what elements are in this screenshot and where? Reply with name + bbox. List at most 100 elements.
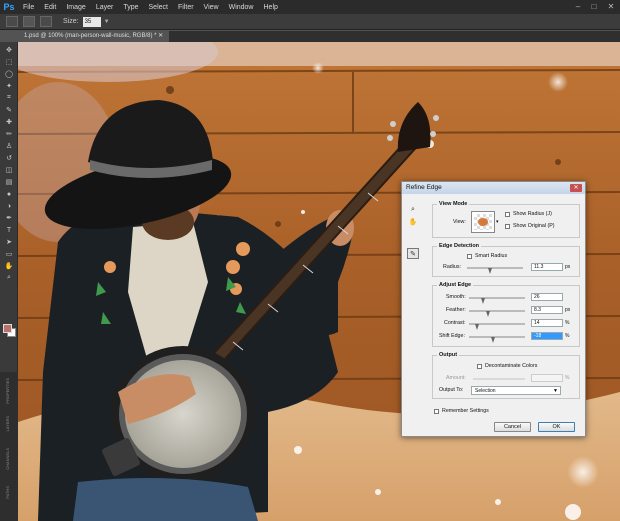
amount-input[interactable] <box>531 374 563 382</box>
contrast-label: Contrast: <box>444 320 466 326</box>
adjust-edge-group: Adjust Edge Smooth: 26 Feather: 8.3 px C… <box>432 282 580 347</box>
refine-radius-tool-icon[interactable]: ✎ <box>407 248 419 259</box>
clone-stamp-icon[interactable]: ♙ <box>0 140 18 152</box>
blur-icon[interactable]: ● <box>0 188 18 200</box>
feather-input[interactable]: 8.3 <box>531 306 563 314</box>
menu-filter[interactable]: Filter <box>173 4 199 11</box>
amount-unit: % <box>565 375 570 381</box>
smooth-slider-thumb[interactable] <box>481 298 485 304</box>
minimize-button[interactable]: – <box>570 0 586 14</box>
zoom-icon[interactable]: ⌕ <box>0 272 18 284</box>
eraser-icon[interactable]: ◫ <box>0 164 18 176</box>
lasso-icon[interactable]: ◯ <box>0 68 18 80</box>
menu-view[interactable]: View <box>199 4 224 11</box>
chevron-down-icon[interactable]: ▾ <box>496 219 499 225</box>
panel-paths[interactable]: PATHS <box>5 486 13 499</box>
radius-input[interactable]: 11.3 <box>531 263 563 271</box>
hand-icon[interactable]: ✋ <box>407 216 419 227</box>
history-brush-icon[interactable]: ↺ <box>0 152 18 164</box>
hand-icon[interactable]: ✋ <box>0 260 18 272</box>
smooth-input[interactable]: 26 <box>531 293 563 301</box>
marquee-icon[interactable]: ⬚ <box>0 56 18 68</box>
contrast-input[interactable]: 14 <box>531 319 563 327</box>
view-mode-group: View Mode View: ▾ Show Radius (J) Show O… <box>432 201 580 238</box>
brush-subtract-icon[interactable] <box>40 16 52 27</box>
pen-icon[interactable]: ✒ <box>0 212 18 224</box>
menu-select[interactable]: Select <box>144 4 173 11</box>
move-icon[interactable]: ✥ <box>0 44 18 56</box>
close-window-button[interactable]: ✕ <box>603 0 619 14</box>
show-radius-checkbox[interactable] <box>505 212 510 217</box>
panel-properties[interactable]: PROPERTIES <box>5 378 13 404</box>
show-original-label: Show Original (P) <box>513 223 555 229</box>
view-label: View: <box>453 219 466 225</box>
remember-settings-checkbox[interactable] <box>434 409 439 414</box>
decontaminate-checkbox[interactable] <box>477 364 482 369</box>
edge-detection-group: Edge Detection Smart Radius Radius: 11.3… <box>432 243 580 277</box>
type-icon[interactable]: T <box>0 224 18 236</box>
path-select-icon[interactable]: ➤ <box>0 236 18 248</box>
shape-icon[interactable]: ▭ <box>0 248 18 260</box>
eyedropper-icon[interactable]: ✎ <box>0 104 18 116</box>
menu-help[interactable]: Help <box>259 4 283 11</box>
amount-label: Amount: <box>446 375 466 381</box>
dodge-icon[interactable]: ◑ <box>0 200 18 212</box>
tool-preset-icon[interactable] <box>6 16 18 27</box>
shift-edge-slider[interactable] <box>469 336 525 338</box>
radius-slider[interactable] <box>467 267 523 269</box>
menu-type[interactable]: Type <box>118 4 143 11</box>
edge-detection-title: Edge Detection <box>437 243 482 249</box>
amount-slider[interactable] <box>473 378 525 380</box>
brush-icon[interactable]: ✏ <box>0 128 18 140</box>
dialog-title: Refine Edge <box>406 184 442 191</box>
chevron-down-icon: ▼ <box>553 388 558 394</box>
crop-icon[interactable]: ⌗ <box>0 92 18 104</box>
view-mode-thumbnail[interactable] <box>471 211 495 233</box>
toolbar: ✥ ⬚ ◯ ✦ ⌗ ✎ ✚ ✏ ♙ ↺ ◫ ▤ ● ◑ ✒ T ➤ ▭ ✋ ⌕ <box>0 42 18 372</box>
menu-window[interactable]: Window <box>224 4 259 11</box>
cancel-button[interactable]: Cancel <box>494 422 531 432</box>
zoom-icon[interactable]: ⌕ <box>407 204 419 215</box>
smooth-slider[interactable] <box>469 297 525 299</box>
radius-label: Radius: <box>443 264 461 270</box>
maximize-button[interactable]: □ <box>586 0 602 14</box>
document-tab[interactable]: 1.psd @ 100% (man-person-wall-music, RGB… <box>18 31 170 42</box>
healing-brush-icon[interactable]: ✚ <box>0 116 18 128</box>
options-bar: Size: 35 ▼ <box>0 14 620 30</box>
show-radius-label: Show Radius (J) <box>513 211 552 217</box>
show-original-checkbox[interactable] <box>505 224 510 229</box>
adjust-edge-title: Adjust Edge <box>437 282 474 288</box>
feather-slider-thumb[interactable] <box>486 311 490 317</box>
gradient-icon[interactable]: ▤ <box>0 176 18 188</box>
output-title: Output <box>437 352 460 358</box>
brush-mode-icon[interactable] <box>23 16 35 27</box>
refine-edge-dialog: Refine Edge ✕ ⌕ ✋ ✎ View Mode View: ▾ Sh… <box>401 181 586 437</box>
feather-unit: px <box>565 307 571 313</box>
menu-file[interactable]: File <box>18 4 39 11</box>
smart-radius-checkbox[interactable] <box>467 254 472 259</box>
foreground-color-swatch[interactable] <box>3 324 12 333</box>
ok-button[interactable]: OK <box>538 422 575 432</box>
smart-radius-label: Smart Radius <box>475 253 508 259</box>
decontaminate-label: Decontaminate Colors <box>485 363 538 369</box>
menu-edit[interactable]: Edit <box>39 4 61 11</box>
panel-layers[interactable]: LAYERS <box>5 416 13 432</box>
quick-select-icon[interactable]: ✦ <box>0 80 18 92</box>
shift-edge-input[interactable]: -18 <box>531 332 563 340</box>
size-input[interactable]: 35 <box>82 16 101 27</box>
shift-edge-label: Shift Edge: <box>439 333 465 339</box>
dialog-close-button[interactable]: ✕ <box>570 184 582 192</box>
view-mode-title: View Mode <box>437 201 470 207</box>
chevron-down-icon[interactable]: ▼ <box>104 19 110 25</box>
radius-unit: px <box>565 264 571 270</box>
remember-settings-label: Remember Settings <box>442 408 489 414</box>
menu-layer[interactable]: Layer <box>91 4 119 11</box>
panel-channels[interactable]: CHANNELS <box>5 448 13 470</box>
shift-edge-slider-thumb[interactable] <box>491 337 495 343</box>
radius-slider-thumb[interactable] <box>488 268 492 274</box>
feather-slider[interactable] <box>469 310 525 312</box>
menu-image[interactable]: Image <box>61 4 90 11</box>
output-to-select[interactable]: Selection ▼ <box>471 386 561 395</box>
contrast-slider-thumb[interactable] <box>475 324 479 330</box>
smooth-label: Smooth: <box>446 294 466 300</box>
